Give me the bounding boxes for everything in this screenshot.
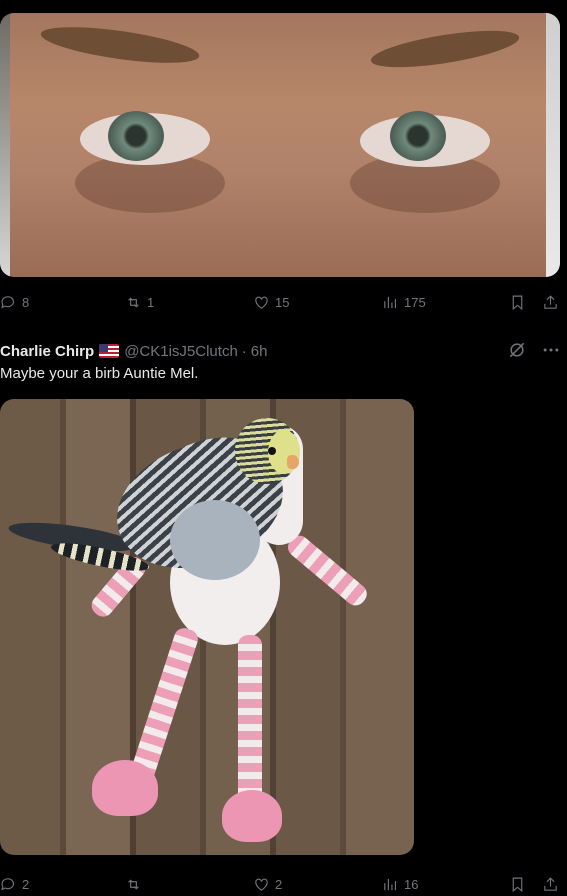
budgie-eye xyxy=(268,447,276,455)
views-button[interactable]: 175 xyxy=(382,290,426,314)
speech-bubble-icon xyxy=(1,295,15,309)
heart-icon xyxy=(255,878,268,891)
repost-arrows-icon xyxy=(128,878,139,890)
views-button[interactable]: 16 xyxy=(382,872,418,896)
repost-button[interactable] xyxy=(125,872,142,896)
post-time[interactable]: 6h xyxy=(251,343,268,360)
bookmark-icon xyxy=(512,295,523,310)
bookmark-button[interactable] xyxy=(509,290,526,314)
toy-foot-left xyxy=(92,760,158,816)
bookmark-button[interactable] xyxy=(509,872,526,896)
right-eyebrow xyxy=(368,23,522,75)
share-button[interactable] xyxy=(542,290,559,314)
share-upload-icon xyxy=(544,876,557,891)
left-eyebrow xyxy=(38,20,202,70)
bookmark-icon xyxy=(512,877,523,892)
toy-foot-right xyxy=(222,790,282,842)
tweet1-action-bar: 8 1 15 175 xyxy=(0,290,567,314)
tweet2-action-bar: 2 2 16 xyxy=(0,872,567,896)
repost-button[interactable]: 1 xyxy=(125,290,154,314)
like-button[interactable]: 2 xyxy=(253,872,282,896)
reply-button[interactable]: 8 xyxy=(0,290,29,314)
bar-chart-icon xyxy=(384,878,397,890)
reply-count: 2 xyxy=(22,876,30,892)
speech-bubble-icon xyxy=(1,877,15,891)
author-handle[interactable]: @CK1isJ5Clutch xyxy=(124,343,238,360)
views-count: 16 xyxy=(404,876,419,892)
share-button[interactable] xyxy=(542,872,559,896)
author-name[interactable]: Charlie Chirp xyxy=(0,343,94,360)
tweet2-text: Maybe your a birb Auntie Mel. xyxy=(0,365,199,382)
bar-chart-icon xyxy=(384,296,397,308)
separator-dot: · xyxy=(241,342,247,360)
right-iris xyxy=(390,111,446,161)
tweet2-header: Charlie Chirp @CK1isJ5Clutch · 6h xyxy=(0,340,567,362)
like-button[interactable]: 15 xyxy=(253,290,289,314)
share-upload-icon xyxy=(544,294,557,309)
budgie-belly xyxy=(170,500,260,580)
like-count: 15 xyxy=(275,294,290,310)
toy-leg-right xyxy=(238,635,262,815)
tweet2-header-icons xyxy=(507,340,561,360)
us-flag-icon xyxy=(99,344,120,358)
reply-button[interactable]: 2 xyxy=(0,872,29,896)
views-count: 175 xyxy=(404,294,426,310)
photo-background-left xyxy=(0,13,10,277)
grok-slash-circle-icon[interactable] xyxy=(507,340,527,360)
heart-icon xyxy=(255,296,268,309)
tweet-photo-face[interactable] xyxy=(0,13,560,277)
budgie-beak xyxy=(287,455,299,469)
reply-count: 8 xyxy=(22,294,30,310)
like-count: 2 xyxy=(275,876,283,892)
left-iris xyxy=(108,111,164,161)
more-dots-icon[interactable] xyxy=(541,340,561,360)
repost-count: 1 xyxy=(147,294,155,310)
repost-arrows-icon xyxy=(128,296,139,308)
photo-background-right xyxy=(546,13,560,277)
